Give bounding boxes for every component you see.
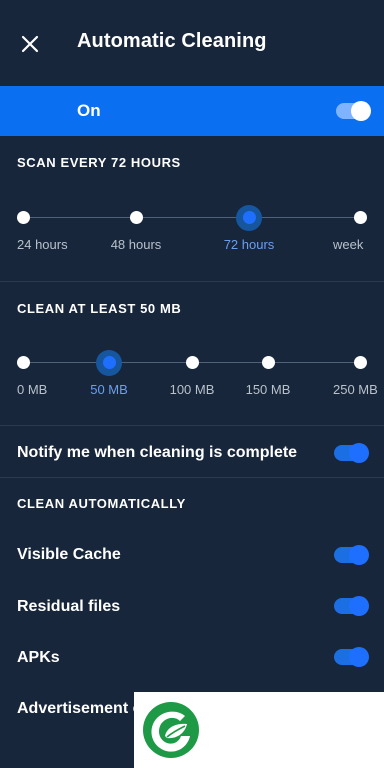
leaf-logo-icon (143, 702, 199, 758)
master-toggle-label: On (77, 101, 101, 120)
slider-dot (130, 211, 143, 224)
size-stop-label: 0 MB (17, 382, 48, 397)
clean-automatically-heading: CLEAN AUTOMATICALLY (17, 496, 186, 511)
min-size-slider[interactable]: 0 MB 50 MB 100 MB 150 MB 250 MB (17, 350, 378, 397)
toggle-knob (349, 647, 369, 667)
divider (0, 425, 384, 426)
scan-stop-label: 72 hours (223, 237, 275, 252)
min-size-heading: CLEAN AT LEAST 50 MB (17, 301, 182, 316)
slider-dot (354, 211, 367, 224)
size-stop-label: 50 MB (90, 382, 128, 397)
scan-stop-label: week (333, 237, 364, 252)
slider-dot (17, 356, 30, 369)
toggle-knob (349, 443, 369, 463)
slider-dot (262, 356, 275, 369)
scan-frequency-slider[interactable]: 24 hours 48 hours 72 hours week (17, 205, 367, 252)
advertisement-label: Advertisement c (17, 700, 142, 717)
scan-frequency-heading: SCAN EVERY 72 HOURS (17, 155, 181, 170)
master-toggle-bar[interactable]: On (0, 86, 384, 136)
watermark-logo-box (134, 692, 384, 768)
toggle-knob (349, 596, 369, 616)
slider-dot (354, 356, 367, 369)
apks-toggle[interactable] (334, 647, 369, 667)
toggle-knob (351, 101, 371, 121)
apks-label: APKs (17, 649, 60, 666)
toggle-knob (349, 545, 369, 565)
close-icon[interactable] (17, 31, 43, 57)
slider-dot (243, 211, 256, 224)
master-toggle-switch[interactable] (336, 101, 371, 121)
slider-dot (103, 356, 116, 369)
size-stop-label: 100 MB (169, 382, 215, 397)
divider (0, 477, 384, 478)
size-stop-label: 150 MB (245, 382, 291, 397)
slider-track (23, 217, 360, 218)
visible-cache-label: Visible Cache (17, 546, 121, 563)
app-bar: Automatic Cleaning (0, 0, 384, 86)
scan-stop-label: 24 hours (17, 237, 68, 252)
page-title: Automatic Cleaning (77, 30, 267, 52)
slider-dot (17, 211, 30, 224)
visible-cache-toggle[interactable] (334, 545, 369, 565)
residual-files-toggle[interactable] (334, 596, 369, 616)
residual-files-label: Residual files (17, 598, 121, 615)
size-stop-label: 250 MB (333, 382, 378, 397)
notify-toggle[interactable] (334, 443, 369, 463)
slider-dot (186, 356, 199, 369)
scan-stop-label: 48 hours (110, 237, 162, 252)
notify-label: Notify me when cleaning is complete (17, 444, 298, 461)
divider (0, 281, 384, 282)
